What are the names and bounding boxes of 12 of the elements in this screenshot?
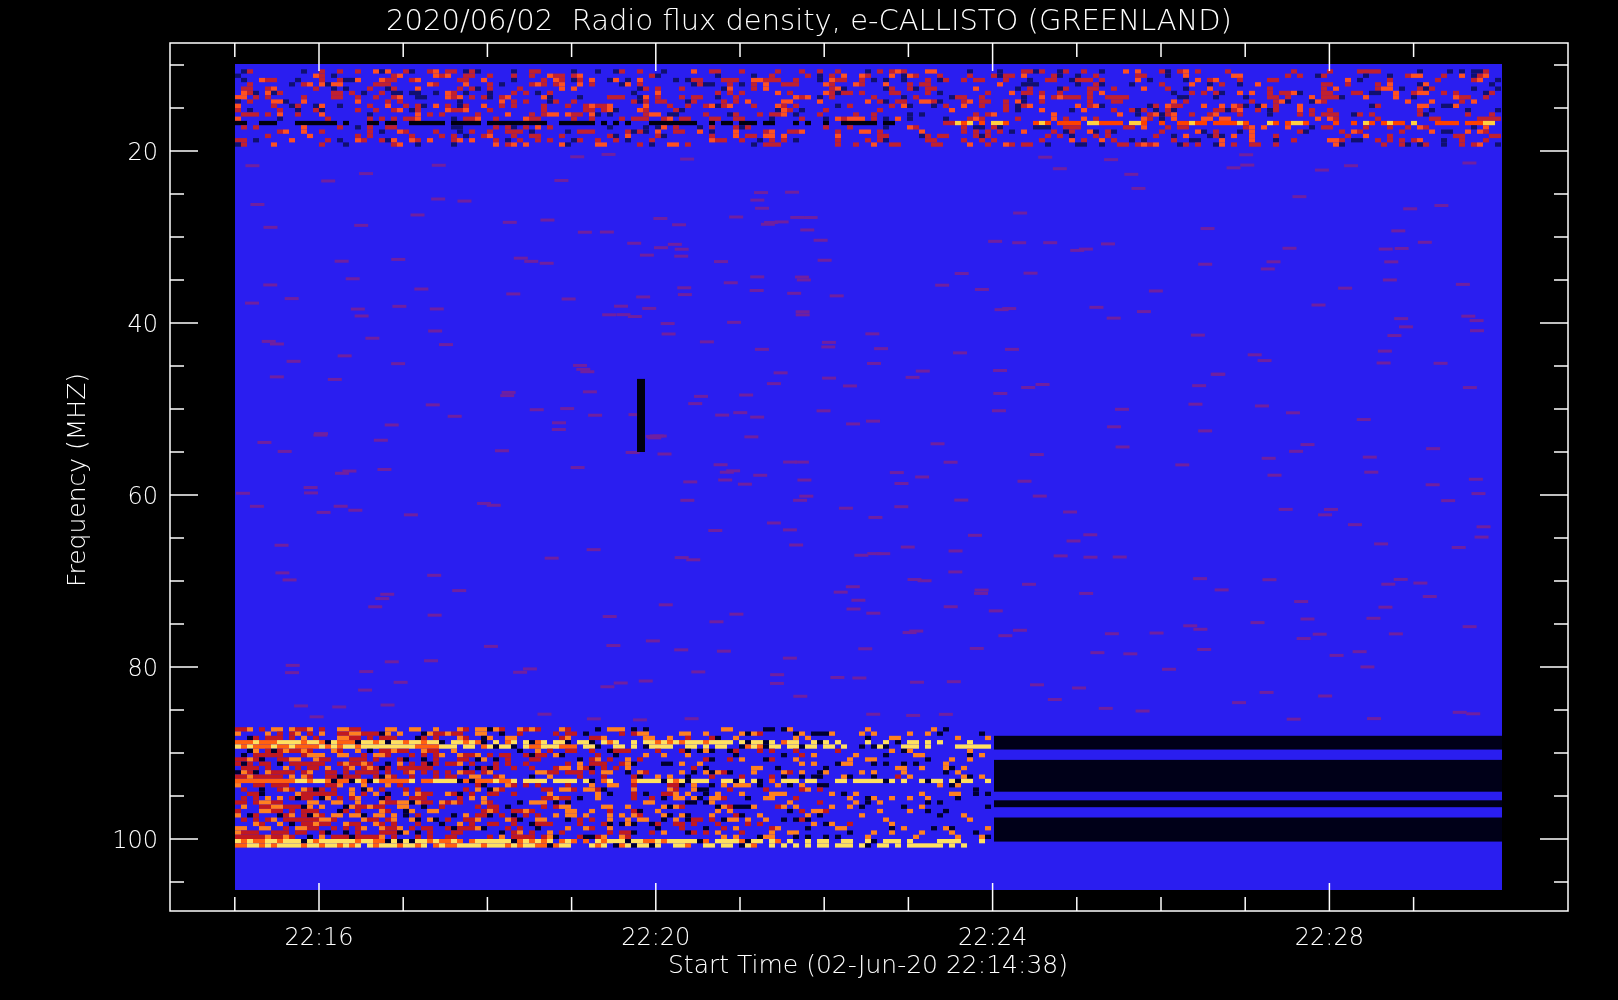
x-tick-label: 22:24 xyxy=(958,923,1028,951)
x-tick-label: 22:20 xyxy=(621,923,691,951)
x-axis-label: Start Time (02-Jun-20 22:14:38) xyxy=(668,950,1068,979)
y-tick-label: 100 xyxy=(112,826,158,854)
x-tick-label: 22:28 xyxy=(1294,923,1364,951)
y-tick-label: 80 xyxy=(127,654,158,682)
y-axis-label: Frequency (MHZ) xyxy=(62,372,91,588)
chart-title: 2020/06/02 Radio flux density, e-CALLISTO (GREENLAND) xyxy=(386,3,1232,37)
y-tick-label: 60 xyxy=(127,482,158,510)
y-tick-label: 40 xyxy=(127,310,158,338)
y-tick-label: 20 xyxy=(127,138,158,166)
x-tick-label: 22:16 xyxy=(284,923,354,951)
